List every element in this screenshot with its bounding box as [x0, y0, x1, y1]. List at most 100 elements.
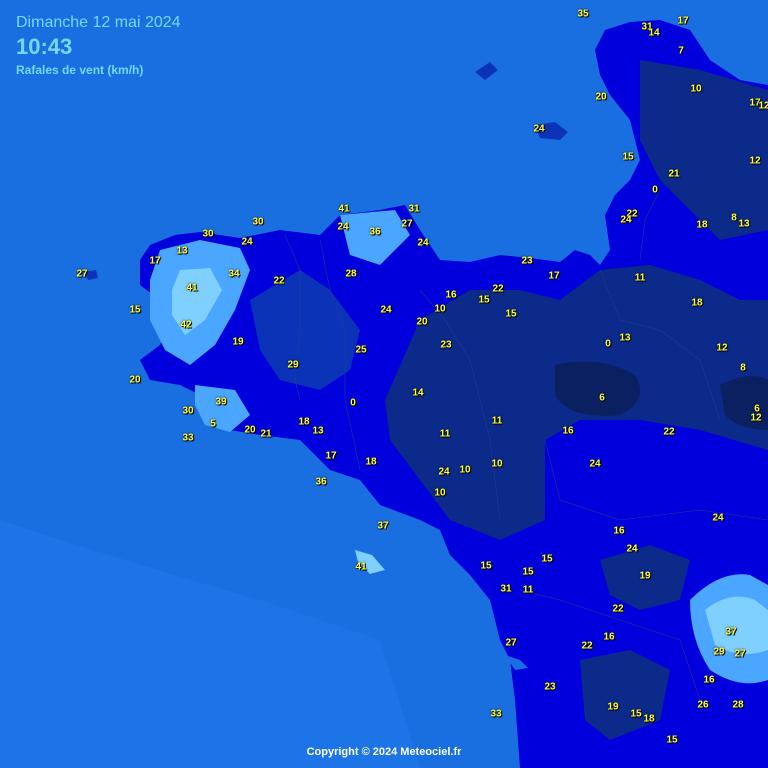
station-value-label: 41: [338, 203, 350, 215]
station-value-label: 17: [548, 270, 560, 282]
station-value-label: 15: [522, 566, 534, 578]
station-value-label: 11: [634, 272, 646, 284]
station-value-label: 10: [434, 487, 446, 499]
station-value-label: 17: [149, 255, 161, 267]
station-value-label: 24: [417, 237, 429, 249]
station-value-label: 41: [355, 561, 367, 573]
station-value-label: 17: [677, 15, 689, 27]
station-value-label: 24: [533, 123, 545, 135]
station-value-label: 18: [298, 416, 310, 428]
station-value-label: 31: [408, 203, 420, 215]
station-value-label: 18: [696, 219, 708, 231]
station-value-label: 22: [581, 640, 593, 652]
station-value-label: 25: [355, 344, 367, 356]
station-value-label: 22: [612, 603, 624, 615]
station-value-label: 10: [491, 458, 503, 470]
station-value-label: 12: [758, 100, 768, 112]
station-value-label: 13: [619, 332, 631, 344]
station-value-label: 8: [740, 362, 746, 374]
station-value-label: 16: [562, 425, 574, 437]
station-value-label: 5: [210, 418, 216, 430]
station-value-label: 30: [182, 405, 194, 417]
station-value-label: 26: [697, 699, 709, 711]
copyright-text: Copyright © 2024 Meteociel.fr: [306, 746, 462, 758]
station-value-label: 28: [345, 268, 357, 280]
station-value-label: 15: [480, 560, 492, 572]
station-value-label: 12: [716, 342, 728, 354]
station-value-label: 20: [595, 91, 607, 103]
station-value-label: 27: [401, 218, 413, 230]
station-value-label: 30: [202, 228, 214, 240]
station-value-label: 37: [377, 520, 389, 532]
station-value-label: 18: [365, 456, 377, 468]
station-value-label: 14: [648, 27, 660, 39]
station-value-label: 36: [369, 226, 381, 238]
station-value-label: 15: [541, 553, 553, 565]
station-value-label: 24: [589, 458, 601, 470]
station-value-label: 7: [678, 45, 684, 57]
wind-gust-map: [0, 0, 768, 768]
station-value-label: 24: [626, 543, 638, 555]
station-value-label: 23: [521, 255, 533, 267]
station-value-label: 15: [666, 734, 678, 746]
station-value-label: 17: [325, 450, 337, 462]
date-label: Dimanche 12 mai 2024: [16, 14, 181, 31]
station-value-label: 31: [500, 583, 512, 595]
station-value-label: 35: [577, 8, 589, 20]
station-value-label: 24: [337, 221, 349, 233]
station-value-label: 19: [607, 701, 619, 713]
station-value-label: 33: [490, 708, 502, 720]
station-value-label: 21: [668, 168, 680, 180]
station-value-label: 34: [228, 268, 240, 280]
station-value-label: 22: [492, 283, 504, 295]
station-value-label: 27: [505, 637, 517, 649]
station-value-label: 13: [176, 245, 188, 257]
station-value-label: 42: [180, 319, 192, 331]
station-value-label: 0: [652, 184, 658, 196]
station-value-label: 16: [703, 674, 715, 686]
station-value-label: 12: [750, 412, 762, 424]
station-value-label: 0: [350, 397, 356, 409]
station-value-label: 27: [76, 268, 88, 280]
station-value-label: 23: [544, 681, 556, 693]
station-value-label: 15: [505, 308, 517, 320]
station-value-label: 24: [241, 236, 253, 248]
station-value-label: 28: [732, 699, 744, 711]
station-value-label: 29: [287, 359, 299, 371]
station-value-label: 16: [603, 631, 615, 643]
station-value-label: 24: [712, 512, 724, 524]
station-value-label: 24: [620, 214, 632, 226]
station-value-label: 21: [260, 428, 272, 440]
station-value-label: 15: [478, 294, 490, 306]
station-value-label: 16: [613, 525, 625, 537]
station-value-label: 11: [439, 428, 451, 440]
map-subtitle: Rafales de vent (km/h): [16, 63, 144, 77]
station-value-label: 11: [491, 415, 503, 427]
station-value-label: 15: [129, 304, 141, 316]
station-value-label: 36: [315, 476, 327, 488]
station-value-label: 24: [438, 466, 450, 478]
station-value-label: 39: [215, 396, 227, 408]
station-value-label: 20: [244, 424, 256, 436]
station-value-label: 18: [643, 713, 655, 725]
station-value-label: 33: [182, 432, 194, 444]
station-value-label: 13: [312, 425, 324, 437]
station-value-label: 10: [690, 83, 702, 95]
station-value-label: 12: [749, 155, 761, 167]
station-value-label: 24: [380, 304, 392, 316]
station-value-label: 11: [522, 584, 534, 596]
station-value-label: 18: [691, 297, 703, 309]
station-value-label: 0: [605, 338, 611, 350]
station-value-label: 13: [738, 218, 750, 230]
station-value-label: 15: [622, 151, 634, 163]
station-value-label: 19: [639, 570, 651, 582]
station-value-label: 37: [725, 626, 737, 638]
station-value-label: 22: [663, 426, 675, 438]
station-value-label: 10: [459, 464, 471, 476]
station-value-label: 6: [599, 392, 605, 404]
station-value-label: 10: [434, 303, 446, 315]
station-value-label: 29: [713, 646, 725, 658]
station-value-label: 27: [734, 648, 746, 660]
station-value-label: 22: [273, 275, 285, 287]
station-value-label: 15: [630, 708, 642, 720]
